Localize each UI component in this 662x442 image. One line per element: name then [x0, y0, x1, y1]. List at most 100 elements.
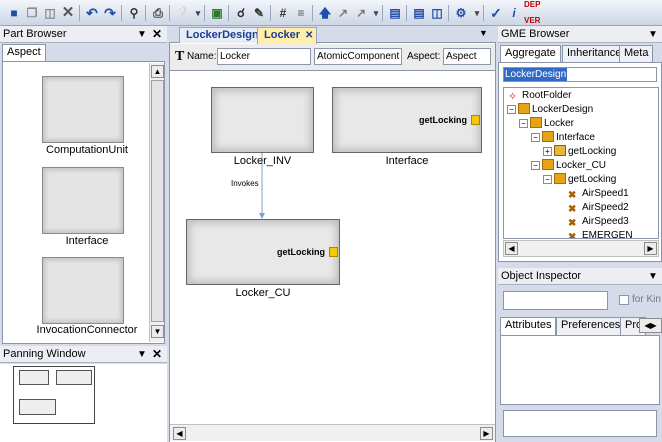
- close-tab-icon[interactable]: ✕: [305, 28, 313, 43]
- tab-meta[interactable]: Meta: [619, 45, 654, 62]
- gme-browser-titlebar: GME Browser ▼: [498, 26, 662, 43]
- tab-list-icon[interactable]: ▼: [479, 28, 488, 38]
- expand-icon[interactable]: +: [543, 147, 552, 156]
- tab-aggregate[interactable]: Aggregate: [500, 45, 561, 62]
- tree-item-rootfolder[interactable]: ✧ RootFolder: [508, 89, 571, 103]
- scroll-down-icon[interactable]: ▼: [151, 325, 164, 338]
- dropdown-arrow-icon[interactable]: ▼: [648, 26, 658, 43]
- edit-icon[interactable]: ✎: [251, 5, 267, 21]
- toolbar-separator: [382, 5, 383, 21]
- save-icon[interactable]: ■: [6, 5, 22, 21]
- scroll-left-icon[interactable]: ◀: [505, 242, 518, 255]
- part-browser-scrollbar[interactable]: ▲ ▼: [149, 63, 164, 342]
- tree-item-getlocking[interactable]: − getLocking: [543, 173, 616, 187]
- show-ports-icon[interactable]: ▣: [209, 5, 225, 21]
- interpreter-icon[interactable]: i: [506, 5, 522, 21]
- part-invocationconnector-icon[interactable]: [42, 257, 124, 324]
- delete-icon[interactable]: ✕: [60, 5, 76, 21]
- model-locker-inv[interactable]: [211, 87, 314, 153]
- collapse-icon[interactable]: −: [519, 119, 528, 128]
- part-browser-titlebar: Part Browser ▼ ✕: [0, 26, 167, 43]
- tree-label: AirSpeed3: [582, 216, 629, 227]
- tab-locker[interactable]: Locker ✕: [257, 27, 317, 44]
- tree-item-locker[interactable]: − Locker: [519, 117, 574, 131]
- tab-lockerdesign[interactable]: LockerDesign: [179, 27, 266, 43]
- zoom-icon[interactable]: ☌: [233, 5, 249, 21]
- collapse-icon[interactable]: −: [543, 175, 552, 184]
- tree-item-lockerdesign[interactable]: − LockerDesign: [507, 103, 593, 117]
- part-label: Interface: [65, 235, 109, 247]
- dropdown-arrow-icon[interactable]: ▼: [137, 26, 147, 43]
- editor-hscrollbar[interactable]: ◀ ▶: [170, 424, 495, 441]
- tab-attributes[interactable]: Attributes: [500, 317, 557, 335]
- close-icon[interactable]: ✕: [152, 346, 162, 363]
- collapse-icon[interactable]: −: [531, 161, 540, 170]
- find-icon[interactable]: ⚲: [126, 5, 142, 21]
- print-icon[interactable]: ⎙: [150, 5, 166, 21]
- undo-icon[interactable]: ↶: [84, 5, 100, 21]
- collapse-icon[interactable]: −: [507, 105, 516, 114]
- paste-icon[interactable]: ◫: [42, 5, 58, 21]
- root-folder-icon: ✧: [508, 91, 518, 103]
- port-icon[interactable]: [471, 115, 480, 125]
- model-interface[interactable]: getLocking: [332, 87, 482, 153]
- part-computationunit-icon[interactable]: [42, 76, 124, 143]
- part-label: ComputationUnit: [46, 144, 128, 156]
- tree-item-interface[interactable]: − Interface: [531, 131, 595, 145]
- port-icon[interactable]: [329, 247, 338, 257]
- window-icon[interactable]: ▤: [387, 5, 403, 21]
- scroll-left-icon[interactable]: ◀: [173, 427, 186, 440]
- scroll-up-icon[interactable]: ▲: [151, 65, 164, 78]
- split-icon[interactable]: ◫: [429, 5, 445, 21]
- check-icon[interactable]: ✓: [488, 5, 504, 21]
- tree-item-emergency[interactable]: ✖ EMERGEN: [568, 229, 633, 238]
- move-icon[interactable]: ↗: [335, 5, 351, 21]
- toolbar-separator: [204, 5, 205, 21]
- part-label: InvocationConnector: [36, 324, 138, 336]
- model-locker-cu[interactable]: getLocking: [186, 219, 340, 285]
- name-field[interactable]: Locker: [217, 48, 311, 65]
- for-kind-checkbox[interactable]: [619, 295, 629, 305]
- tree-label: getLocking: [568, 146, 617, 157]
- collapse-icon[interactable]: −: [531, 133, 540, 142]
- model-canvas[interactable]: Invokes Locker_INV getLocking Interface …: [170, 72, 495, 424]
- help-icon[interactable]: ❔: [174, 5, 190, 21]
- redo-icon[interactable]: ↷: [102, 5, 118, 21]
- part-browser-title: Part Browser: [3, 28, 67, 40]
- model-icon: [542, 159, 554, 170]
- scroll-right-icon[interactable]: ▶: [644, 242, 657, 255]
- tree-item-airspeed1[interactable]: ✖ AirSpeed1: [568, 187, 629, 201]
- inspector-object-field[interactable]: [503, 291, 608, 310]
- editor-tabbar: LockerDesign Locker ✕ ▼: [169, 26, 496, 44]
- connection-icon[interactable]: ≡: [293, 5, 309, 21]
- move-icon-2[interactable]: ↗: [353, 5, 369, 21]
- scrollbar-thumb[interactable]: [151, 80, 164, 322]
- dropdown-arrow-icon[interactable]: ▼: [648, 268, 658, 285]
- grid-icon[interactable]: #: [275, 5, 291, 21]
- part-browser-tab-aspect[interactable]: Aspect: [2, 44, 46, 61]
- arrow-up-icon[interactable]: 🡅: [317, 5, 333, 21]
- panning-viewport[interactable]: [13, 366, 95, 424]
- tab-locker-label: Locker: [264, 29, 301, 41]
- editor-infobar: T Name: Locker AtomicComponent Aspect: A…: [170, 44, 495, 71]
- constraint-icon[interactable]: ⚙: [453, 5, 469, 21]
- tab-inheritance[interactable]: Inheritance: [562, 45, 627, 62]
- close-icon[interactable]: ✕: [152, 26, 162, 43]
- part-interface-icon[interactable]: [42, 167, 124, 234]
- browser-search-input[interactable]: LockerDesign: [503, 67, 657, 82]
- dropdown-arrow-icon[interactable]: ▼: [137, 346, 147, 363]
- window-icon-2[interactable]: ▤: [411, 5, 427, 21]
- tree-item-getlocking[interactable]: + getLocking: [543, 145, 616, 159]
- dep-ver-icon[interactable]: DEP VER: [524, 0, 554, 25]
- scroll-right-icon[interactable]: ▶: [480, 427, 493, 440]
- tree-item-airspeed3[interactable]: ✖ AirSpeed3: [568, 215, 629, 229]
- tree-item-airspeed2[interactable]: ✖ AirSpeed2: [568, 201, 629, 215]
- tree-item-locker-cu[interactable]: − Locker_CU: [531, 159, 606, 173]
- atom-icon: ✖: [568, 204, 577, 215]
- aspect-select[interactable]: Aspect: [443, 48, 491, 65]
- copy-icon[interactable]: ❐: [24, 5, 40, 21]
- atom-icon: ✖: [568, 190, 577, 201]
- tab-scroll-icon[interactable]: ◀▶: [639, 318, 662, 333]
- tab-preferences[interactable]: Preferences: [556, 317, 626, 335]
- tree-hscrollbar[interactable]: ◀ ▶: [503, 240, 659, 257]
